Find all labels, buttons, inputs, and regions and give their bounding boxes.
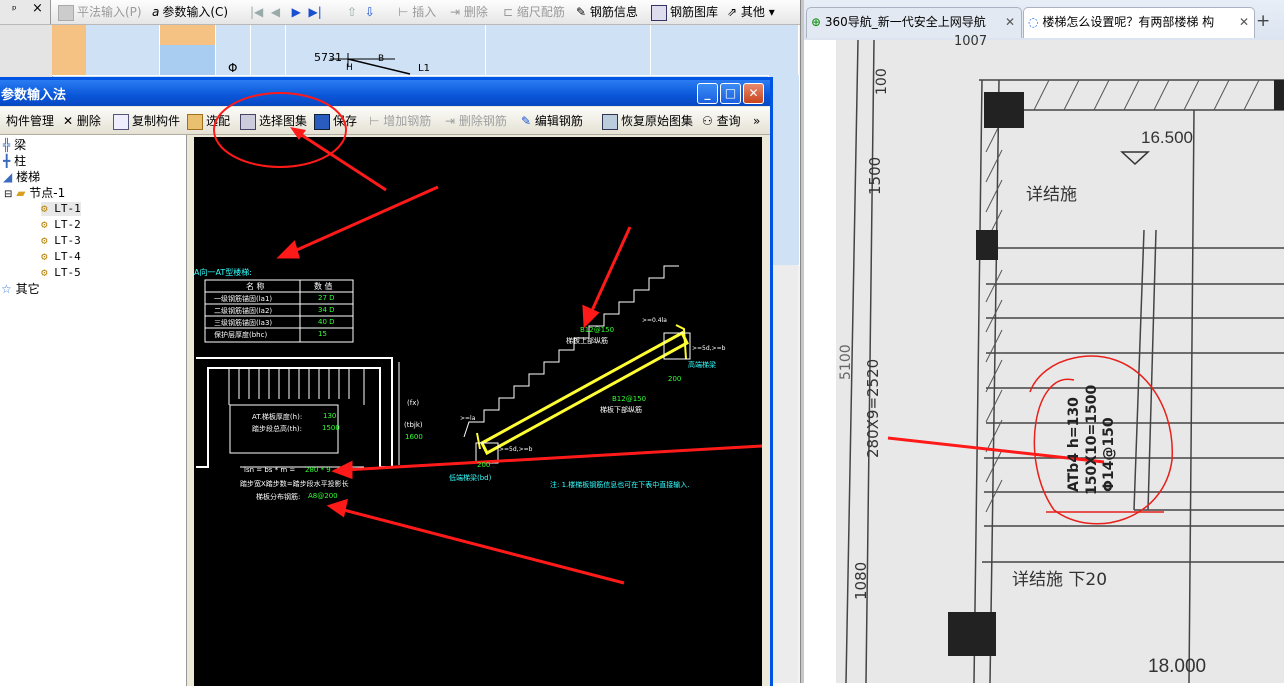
- stair-section: [463, 265, 691, 464]
- dim-5100: 5100: [838, 344, 854, 380]
- table-row-value[interactable]: 40 D: [318, 318, 335, 326]
- plan-label-th: 踏步段总高(th):: [252, 425, 303, 433]
- dim-1080: 1080: [852, 561, 870, 600]
- lsn-label: lsn = bs * m =: [244, 466, 296, 474]
- tree-label: LT-3: [54, 234, 81, 247]
- drawing-note: 注: 1.楼梯板钢筋信息也可在下表中直接输入.: [550, 481, 690, 489]
- baidu-zhidao-icon: ◌: [1028, 15, 1039, 29]
- table-row-label: 保护层厚度(bhc): [214, 331, 268, 339]
- table-header-name: 名 称: [246, 282, 265, 291]
- tree-item-lt2[interactable]: ⚙ LT-2: [41, 218, 81, 232]
- gear-icon: ⚙: [41, 266, 48, 279]
- plan-tbjk: (tbjk): [404, 421, 423, 429]
- gear-icon: ⚙: [41, 250, 48, 263]
- table-row-value[interactable]: 34 D: [318, 306, 335, 314]
- dim-04la: >=0.4la: [642, 317, 667, 324]
- plan-hatch: [238, 368, 350, 399]
- browser-tab-active[interactable]: ◌ 楼梯怎么设置呢？有两部楼梯 构 ✕: [1023, 7, 1255, 38]
- high-end-beam: 高端梯梁: [688, 361, 716, 369]
- table-row-label: 一级钢筋锚固(la1): [214, 295, 273, 303]
- tree-label: LT-1: [54, 202, 81, 215]
- dist-rebar-value[interactable]: A8@200: [308, 492, 338, 500]
- dim-280x9: 280X9=2520: [864, 358, 882, 458]
- dim-100: 100: [874, 68, 890, 95]
- stair-annotation-type: ATb4 h=130: [1066, 397, 1082, 492]
- stair-drawing-canvas[interactable]: A向一AT型楼梯: 名 称 数 值 一级钢筋锚固(la1) 27 D 二级钢筋锚…: [194, 137, 762, 686]
- page-content: 16.500 18.000 详结施 详结施 下20 1500 100 280X9…: [804, 34, 1284, 683]
- tree-label: LT-4: [54, 250, 81, 263]
- red-arrows: [276, 185, 762, 585]
- step-text: 踏步宽X踏步数=踏步段水平投影长: [240, 480, 349, 488]
- plan-tbjk-value[interactable]: 1600: [405, 433, 423, 441]
- tree-item-lt4[interactable]: ⚙ LT-4: [41, 250, 81, 264]
- plan-fx: (fx): [407, 399, 420, 407]
- dim-la: >=la: [460, 415, 476, 422]
- tree-item-lt1[interactable]: ⚙ LT-1: [41, 202, 81, 216]
- upper-rebar-value[interactable]: B12@150: [580, 326, 614, 334]
- tab-close-icon[interactable]: ✕: [1237, 8, 1250, 36]
- new-tab-button[interactable]: +: [1256, 11, 1270, 31]
- annotation-overlay: [213, 92, 387, 192]
- elevation-top: 16.500: [1141, 128, 1193, 147]
- table-row-value[interactable]: 15: [318, 330, 327, 338]
- drawing-heading: A向一AT型楼梯:: [194, 268, 252, 277]
- gear-icon: ⚙: [41, 218, 48, 231]
- tree-item-lt5[interactable]: ⚙ LT-5: [41, 266, 81, 280]
- detail-note-bottom: 详结施 下20: [1012, 570, 1108, 590]
- dim-5d-low: >=5d,>=b: [499, 446, 533, 453]
- detail-note-top: 详结施: [1026, 185, 1077, 205]
- table-row-label: 三级钢筋锚固(la3): [214, 319, 273, 327]
- table-header-value: 数 值: [314, 282, 333, 291]
- stair-annotation-steps: 150X10=1500: [1084, 384, 1100, 495]
- 360-logo-icon: ⊕: [811, 15, 822, 29]
- browser-tabbar: ⊕ 360导航_新一代安全上网导航 ✕ ◌ 楼梯怎么设置呢？有两部楼梯 构 ✕ …: [804, 0, 1284, 41]
- highlight-ellipse: [213, 92, 347, 168]
- dim-200-low[interactable]: 200: [477, 461, 490, 469]
- dim-200-high[interactable]: 200: [668, 375, 681, 383]
- dim-5d-high: >=5d,>=b: [692, 345, 726, 352]
- low-end-beam: 低端梯梁(bd): [449, 474, 492, 482]
- tree-label: LT-2: [54, 218, 81, 231]
- star-icon: ☆: [1, 282, 12, 296]
- dist-rebar-label: 梯板分布钢筋:: [256, 493, 301, 501]
- lower-rebar-label: 梯板下部纵筋: [600, 406, 642, 414]
- tab-title: 楼梯怎么设置呢？有两部楼梯 构: [1042, 15, 1215, 29]
- plan-label-h: AT.梯板厚度(h):: [252, 413, 303, 421]
- dim-top: 1007: [954, 34, 988, 49]
- table-row-value[interactable]: 27 D: [318, 294, 335, 302]
- dim-1500: 1500: [866, 156, 884, 195]
- lsn-value[interactable]: 280 * 9: [305, 466, 331, 474]
- tree-label: LT-5: [54, 266, 81, 279]
- lower-rebar-value[interactable]: B12@150: [612, 395, 646, 403]
- gear-icon: ⚙: [41, 202, 48, 215]
- table-row-label: 二级钢筋锚固(la2): [214, 307, 273, 315]
- tab-close-icon[interactable]: ✕: [1005, 8, 1015, 36]
- component-tree: ╬ 梁 ╋ 柱 ◢ 楼梯 ⊟ ▰ 节点-1 ⚙ LT-1 ⚙ LT-2 ⚙ LT…: [0, 135, 187, 686]
- tree-item-lt3[interactable]: ⚙ LT-3: [41, 234, 81, 248]
- stair-annotation-rebar: Φ14@150: [1101, 417, 1117, 492]
- browser-tab-360[interactable]: ⊕ 360导航_新一代安全上网导航 ✕: [806, 7, 1022, 38]
- tree-label: 其它: [15, 282, 40, 296]
- upper-rebar-label: 梯板上部纵筋: [566, 337, 608, 345]
- tab-title: 360导航_新一代安全上网导航: [824, 15, 986, 29]
- gear-icon: ⚙: [41, 234, 48, 247]
- tree-item-other[interactable]: ☆ 其它: [1, 282, 40, 296]
- plan-value-h[interactable]: 130: [323, 412, 336, 420]
- elevation-bottom: 18.000: [1148, 656, 1207, 677]
- plan-value-th[interactable]: 1500: [322, 424, 340, 432]
